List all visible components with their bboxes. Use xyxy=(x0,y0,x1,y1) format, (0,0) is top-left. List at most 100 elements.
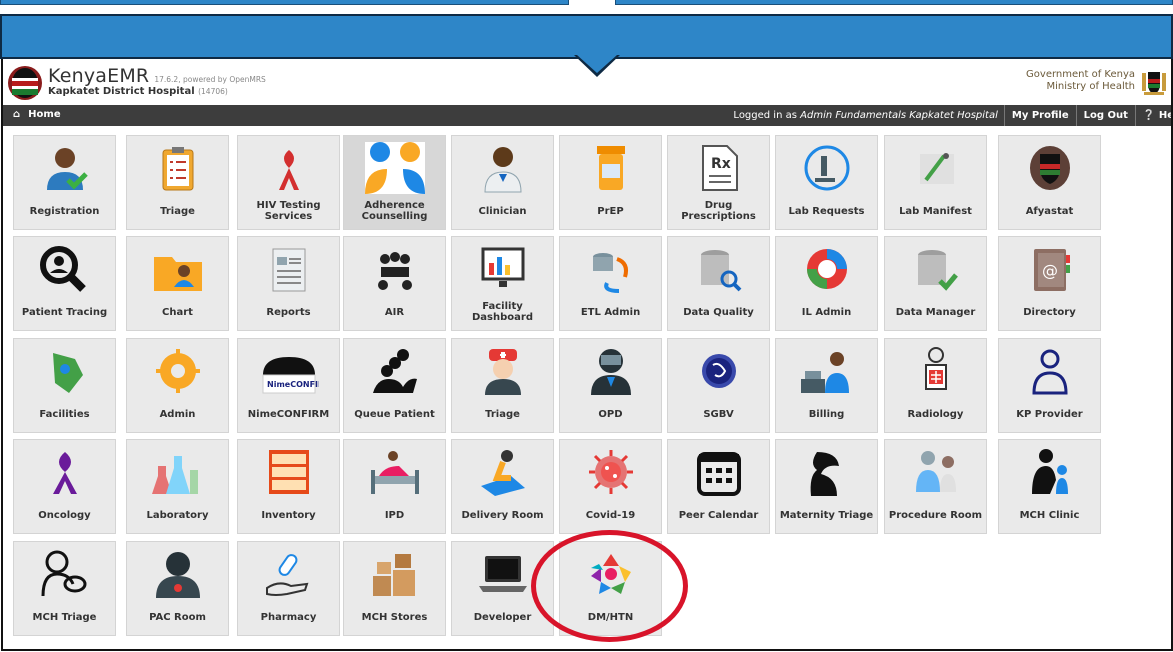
app-tile-mch-clinic[interactable]: MCH Clinic xyxy=(998,439,1101,534)
app-tile-lab-manifest[interactable]: Lab Manifest xyxy=(884,135,987,230)
app-tile-radiology[interactable]: Radiology xyxy=(884,338,987,433)
callout-arrow-fill xyxy=(577,55,617,73)
app-tile-il-admin[interactable]: IL Admin xyxy=(775,236,878,331)
app-tile-lab-requests[interactable]: Lab Requests xyxy=(775,135,878,230)
coat-of-arms-icon xyxy=(1142,72,1166,95)
user-nav: Logged in as Admin Fundamentals Kapkatet… xyxy=(727,105,1173,126)
app-tile-label: Directory xyxy=(1023,306,1076,318)
app-tile-nimeconfirm[interactable]: NimeCONFIRM NimeCONFIRM xyxy=(237,338,340,433)
app-tile-hiv-testing-services[interactable]: HIV Testing Services xyxy=(237,135,340,230)
hospital-bed-icon xyxy=(365,446,425,498)
app-tile-label: Data Quality xyxy=(683,306,754,318)
app-tile-label: Maternity Triage xyxy=(779,509,874,521)
app-tile-procedure-room[interactable]: Procedure Room xyxy=(884,439,987,534)
app-tile-label: Oncology xyxy=(38,509,91,521)
app-tile-data-manager[interactable]: Data Manager xyxy=(884,236,987,331)
mother-child-icon xyxy=(1020,446,1080,498)
app-tile-peer-calendar[interactable]: Peer Calendar xyxy=(667,439,770,534)
cashier-icon xyxy=(797,345,857,397)
app-tile-patient-tracing[interactable]: Patient Tracing xyxy=(13,236,116,331)
app-tile-prep[interactable]: PrEP xyxy=(559,135,662,230)
app-tile-label: NimeCONFIRM xyxy=(247,408,330,420)
patient-search-icon xyxy=(35,243,95,295)
meeting-group-icon xyxy=(365,243,425,295)
logout-link[interactable]: Log Out xyxy=(1075,105,1135,126)
app-tile-billing[interactable]: Billing xyxy=(775,338,878,433)
app-tile-label: Triage xyxy=(160,205,195,217)
app-tile-label: MCH Triage xyxy=(32,611,97,623)
app-tile-pac-room[interactable]: PAC Room xyxy=(126,541,229,636)
app-tile-label: ETL Admin xyxy=(580,306,641,318)
app-tile-kp-provider[interactable]: KP Provider xyxy=(998,338,1101,433)
home-link[interactable]: ⌂ Home xyxy=(13,109,61,120)
app-tile-facility-dashboard[interactable]: Facility Dashboard xyxy=(451,236,554,331)
app-tile-covid-19[interactable]: Covid-19 xyxy=(559,439,662,534)
app-tile-chart[interactable]: Chart xyxy=(126,236,229,331)
app-tile-facilities[interactable]: Facilities xyxy=(13,338,116,433)
database-search-icon xyxy=(689,243,749,295)
app-tile-queue-patient[interactable]: Queue Patient xyxy=(343,338,446,433)
callout-banner-left xyxy=(0,0,569,5)
help-label: He xyxy=(1158,110,1173,121)
app-tile-label: Chart xyxy=(162,306,193,318)
app-tile-laboratory[interactable]: Laboratory xyxy=(126,439,229,534)
report-document-icon xyxy=(259,243,319,295)
app-tile-registration[interactable]: Registration xyxy=(13,135,116,230)
home-label: Home xyxy=(28,109,61,120)
pill-hand-icon xyxy=(259,548,319,600)
brand-name: KenyaEMR xyxy=(48,65,150,87)
app-tile-etl-admin[interactable]: ETL Admin xyxy=(559,236,662,331)
callout-box xyxy=(0,14,1173,59)
logged-in-user: Admin Fundamentals Kapkatet Hospital xyxy=(800,110,998,121)
app-tile-label: Afyastat xyxy=(1025,205,1074,217)
home-icon: ⌂ xyxy=(13,109,21,120)
app-tile-label: Facility Dashboard xyxy=(472,301,533,323)
app-tile-label: MCH Stores xyxy=(361,611,428,623)
maternity-icon xyxy=(797,446,857,498)
nimeconfirm-logo-icon: NimeCONFIRM xyxy=(259,345,319,397)
app-tile-afyastat[interactable]: Afyastat xyxy=(998,135,1101,230)
app-tile-clinician[interactable]: Clinician xyxy=(451,135,554,230)
app-tile-data-quality[interactable]: Data Quality xyxy=(667,236,770,331)
gov-line-1: Government of Kenya xyxy=(1026,69,1135,80)
app-tile-drug-prescriptions[interactable]: Rx Drug Prescriptions xyxy=(667,135,770,230)
app-tile-triage[interactable]: Triage xyxy=(451,338,554,433)
app-tile-oncology[interactable]: Oncology xyxy=(13,439,116,534)
app-tile-maternity-triage[interactable]: Maternity Triage xyxy=(775,439,878,534)
app-tile-adherence-counselling[interactable]: Adherence Counselling xyxy=(343,135,446,230)
app-tile-label: Radiology xyxy=(907,408,964,420)
app-tile-label: Queue Patient xyxy=(354,408,435,420)
help-link[interactable]: ❔ He xyxy=(1134,105,1173,126)
app-tile-label: Billing xyxy=(808,408,845,420)
database-check-icon xyxy=(906,243,966,295)
app-tile-ipd[interactable]: IPD xyxy=(343,439,446,534)
app-tile-label: MCH Clinic xyxy=(1019,509,1080,521)
app-tile-directory[interactable]: @ Directory xyxy=(998,236,1101,331)
app-tile-label: OPD xyxy=(598,408,623,420)
app-tile-sgbv[interactable]: SGBV xyxy=(667,338,770,433)
app-tile-delivery-room[interactable]: Delivery Room xyxy=(451,439,554,534)
my-profile-link[interactable]: My Profile xyxy=(1003,105,1076,126)
app-tile-label: PrEP xyxy=(597,205,624,217)
red-ribbon-icon xyxy=(259,142,319,194)
app-tile-triage[interactable]: Triage xyxy=(126,135,229,230)
map-pin-icon xyxy=(35,345,95,397)
app-tile-mch-stores[interactable]: MCH Stores xyxy=(343,541,446,636)
app-tile-opd[interactable]: OPD xyxy=(559,338,662,433)
kenyaemr-logo-icon xyxy=(8,66,42,100)
boxes-icon xyxy=(365,548,425,600)
app-tile-label: IPD xyxy=(384,509,405,521)
app-tile-mch-triage[interactable]: MCH Triage xyxy=(13,541,116,636)
app-tile-reports[interactable]: Reports xyxy=(237,236,340,331)
app-tile-pharmacy[interactable]: Pharmacy xyxy=(237,541,340,636)
prescription-rx-icon: Rx xyxy=(689,142,749,194)
app-tile-air[interactable]: AIR xyxy=(343,236,446,331)
interop-circle-icon xyxy=(797,243,857,295)
app-tile-label: HIV Testing Services xyxy=(256,200,321,222)
app-tile-label: IL Admin xyxy=(801,306,852,318)
app-tile-label: Lab Manifest xyxy=(899,205,972,217)
nurse-icon xyxy=(473,345,533,397)
app-tile-inventory[interactable]: Inventory xyxy=(237,439,340,534)
clipboard-checklist-icon xyxy=(148,142,208,194)
app-tile-admin[interactable]: Admin xyxy=(126,338,229,433)
